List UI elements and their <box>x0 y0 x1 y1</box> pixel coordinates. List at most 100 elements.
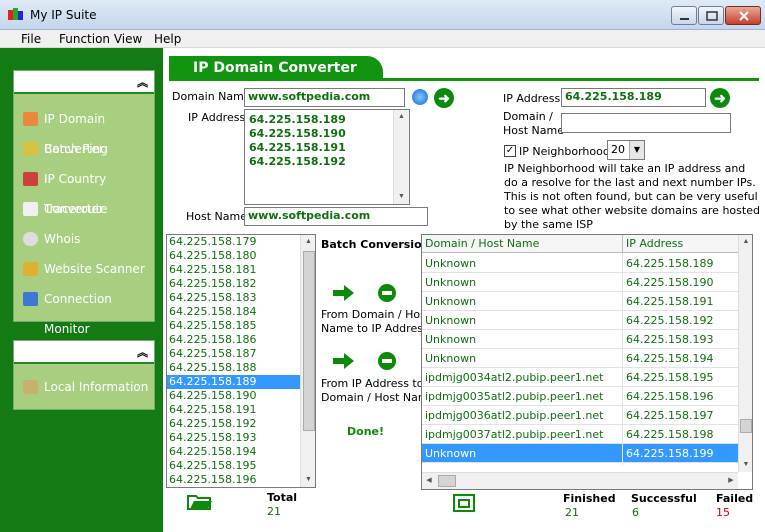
cell-ip: 64.225.158.196 <box>626 390 714 403</box>
stop-to-ip-button[interactable] <box>378 284 396 302</box>
resolve-ip-button[interactable]: ➜ <box>710 88 730 108</box>
menu-function-view[interactable]: Function View <box>59 32 142 46</box>
list-item[interactable]: 64.225.158.181 <box>167 263 300 277</box>
sidebar-item-batch-ping[interactable]: Batch Ping <box>14 134 154 164</box>
list-item[interactable]: 64.225.158.196 <box>167 473 300 487</box>
convert-to-ip-button[interactable] <box>333 284 355 302</box>
right-ip-field[interactable]: 64.225.158.189 <box>561 88 706 107</box>
menu-help[interactable]: Help <box>154 32 181 46</box>
results-vertical-scrollbar[interactable]: ▲ ▼ <box>738 235 752 472</box>
table-row[interactable]: Unknown 64.225.158.191 <box>422 292 738 311</box>
domain-name-field[interactable]: www.softpedia.com <box>244 88 405 107</box>
cell-ip: 64.225.158.198 <box>626 428 714 441</box>
list-item[interactable]: 64.225.158.180 <box>167 249 300 263</box>
sidebar-item-whois[interactable]: Whois <box>14 224 154 254</box>
ip-list[interactable]: 64.225.158.179 64.225.158.180 64.225.158.1… <box>166 234 316 488</box>
table-row[interactable]: ipdmjg0036atl2.pubip.peer1.net 64.225.158… <box>422 406 738 425</box>
ip-neighborhood-checkbox[interactable]: ✓ <box>504 145 516 157</box>
list-item[interactable]: 64.225.158.195 <box>167 459 300 473</box>
scroll-down-icon[interactable]: ▼ <box>394 190 409 204</box>
failed-value: 15 <box>716 506 730 519</box>
ip-list-scrollbar[interactable]: ▲ ▼ <box>393 110 409 204</box>
ping-icon <box>23 142 38 156</box>
close-button[interactable] <box>725 6 761 25</box>
table-row[interactable]: Unknown 64.225.158.192 <box>422 311 738 330</box>
menu-file[interactable]: File <box>21 32 41 46</box>
list-item[interactable]: 64.225.158.192 <box>167 417 300 431</box>
list-item[interactable]: 64.225.158.184 <box>167 305 300 319</box>
cell-domain: Unknown <box>425 352 477 365</box>
scroll-right-icon[interactable]: ▶ <box>724 474 738 488</box>
cell-domain: Unknown <box>425 333 477 346</box>
resolve-domain-button[interactable]: ➜ <box>434 88 454 108</box>
list-item[interactable]: 64.225.158.189 <box>167 375 300 389</box>
page-title: IP Domain Converter <box>169 56 383 80</box>
table-row[interactable]: ipdmjg0037atl2.pubip.peer1.net 64.225.158… <box>422 425 738 444</box>
cell-ip: 64.225.158.193 <box>626 333 714 346</box>
results-horizontal-scrollbar[interactable]: ◀ ▶ <box>422 472 738 489</box>
open-folder-icon[interactable] <box>187 493 213 511</box>
sidebar-item-ip-country-converter[interactable]: IP Country Converter <box>14 164 154 216</box>
results-table[interactable]: Domain / Host Name IP Address Unknown 64.… <box>421 234 753 490</box>
sidebar-item-connection-monitor[interactable]: Connection Monitor <box>14 284 154 336</box>
browser-icon[interactable] <box>412 89 428 105</box>
scroll-down-icon[interactable]: ▼ <box>301 473 315 487</box>
collapse-icon[interactable]: ︽ <box>137 344 148 360</box>
collapse-icon[interactable]: ︽ <box>137 74 148 90</box>
finished-value: 21 <box>565 506 579 519</box>
list-item[interactable]: 64.225.158.191 <box>167 403 300 417</box>
list-item[interactable]: 64.225.158.183 <box>167 291 300 305</box>
tools-panel-header[interactable]: ︽ <box>14 71 154 94</box>
list-item[interactable]: 64.225.158.194 <box>167 445 300 459</box>
sidebar-item-website-scanner[interactable]: Website Scanner <box>14 254 154 284</box>
cell-domain: ipdmjg0036atl2.pubip.peer1.net <box>425 409 604 422</box>
list-item[interactable]: 64.225.158.193 <box>167 431 300 445</box>
ip-list-scrollbar[interactable]: ▲ ▼ <box>300 235 315 487</box>
sidebar-item-ip-domain-converter[interactable]: IP Domain Converter <box>14 104 154 156</box>
list-item[interactable]: 64.225.158.190 <box>167 389 300 403</box>
host-name-label: Host Name <box>186 210 247 223</box>
monitor-icon <box>23 292 38 306</box>
batch-conversion-title: Batch Conversion <box>321 238 430 251</box>
ip-neighborhood-select[interactable]: 20 ▼ <box>607 140 645 160</box>
table-row[interactable]: Unknown 64.225.158.193 <box>422 330 738 349</box>
cell-ip: 64.225.158.189 <box>626 257 714 270</box>
right-domain-field[interactable] <box>561 113 731 133</box>
maximize-button[interactable] <box>698 6 724 25</box>
table-row[interactable]: Unknown 64.225.158.194 <box>422 349 738 368</box>
convert-to-domain-button[interactable] <box>333 352 355 370</box>
column-header-ip[interactable]: IP Address <box>626 237 683 250</box>
host-name-field[interactable]: www.softpedia.com <box>244 207 428 226</box>
scroll-up-icon[interactable]: ▲ <box>301 235 315 249</box>
scroll-up-icon[interactable]: ▲ <box>394 110 409 124</box>
table-row[interactable]: Unknown 64.225.158.199 <box>422 444 738 463</box>
scroll-thumb[interactable] <box>303 251 315 431</box>
list-item[interactable]: 64.225.158.185 <box>167 319 300 333</box>
scroll-left-icon[interactable]: ◀ <box>422 474 436 488</box>
cell-domain: Unknown <box>425 276 477 289</box>
table-row[interactable]: ipdmjg0035atl2.pubip.peer1.net 64.225.158… <box>422 387 738 406</box>
list-item[interactable]: 64.225.158.188 <box>167 361 300 375</box>
stop-to-domain-button[interactable] <box>378 352 396 370</box>
list-item[interactable]: 64.225.158.187 <box>167 347 300 361</box>
scroll-up-icon[interactable]: ▲ <box>739 235 752 249</box>
list-item[interactable]: 64.225.158.182 <box>167 277 300 291</box>
column-header-domain[interactable]: Domain / Host Name <box>425 237 539 250</box>
list-item[interactable]: 64.225.158.179 <box>167 235 300 249</box>
scroll-thumb[interactable] <box>438 475 456 487</box>
ip-address-list[interactable]: 64.225.158.189 64.225.158.190 64.225.158… <box>244 109 410 205</box>
table-row[interactable]: ipdmjg0034atl2.pubip.peer1.net 64.225.158… <box>422 368 738 387</box>
list-item[interactable]: 64.225.158.186 <box>167 333 300 347</box>
scroll-down-icon[interactable]: ▼ <box>739 458 752 472</box>
info-panel-header[interactable]: ︽ <box>14 341 154 364</box>
table-row[interactable]: Unknown 64.225.158.189 <box>422 254 738 273</box>
failed-label: Failed <box>716 492 754 505</box>
table-row[interactable]: Unknown 64.225.158.190 <box>422 273 738 292</box>
scroll-thumb[interactable] <box>740 419 752 433</box>
minimize-button[interactable] <box>671 6 697 25</box>
save-icon[interactable] <box>453 494 475 512</box>
sidebar-item-traceroute[interactable]: Traceroute <box>14 194 154 224</box>
domain-host-label-1: Domain / <box>503 110 553 123</box>
sidebar-item-local-information[interactable]: Local Information <box>14 372 154 402</box>
chevron-down-icon[interactable]: ▼ <box>629 141 644 159</box>
